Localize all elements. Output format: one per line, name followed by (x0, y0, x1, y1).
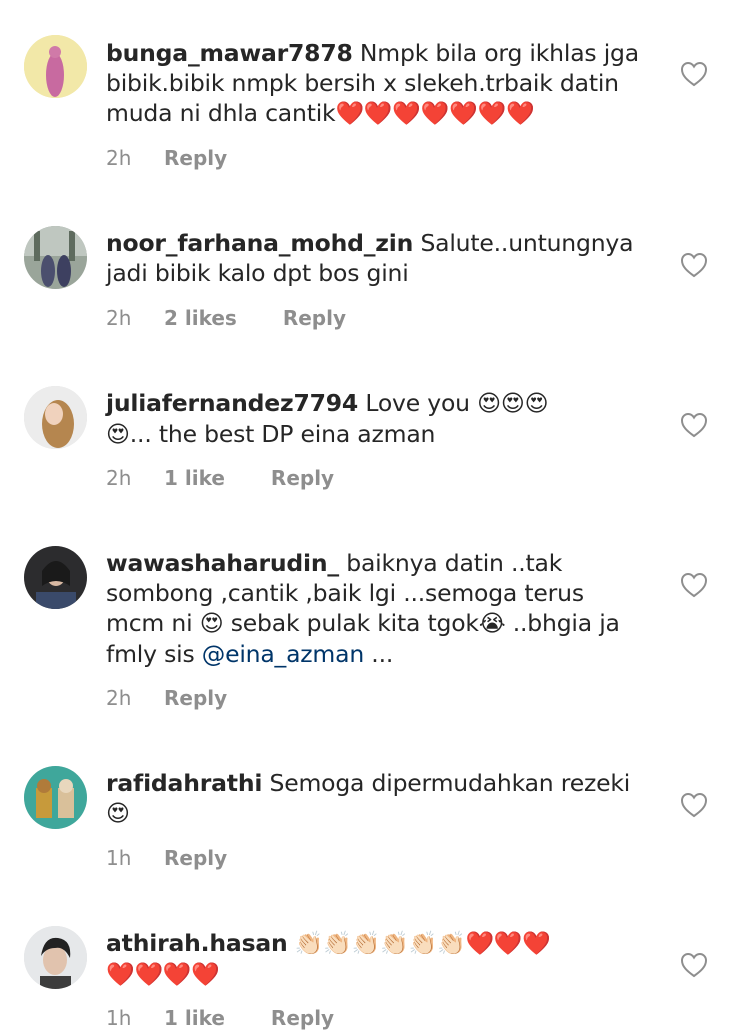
comment-time: 1h (106, 1006, 132, 1030)
avatar[interactable] (24, 35, 87, 98)
comment-time: 2h (106, 146, 132, 170)
comment-body: sebak pulak kita tgok (223, 609, 479, 637)
heart-outline-icon[interactable] (680, 252, 708, 278)
avatar-image (24, 386, 87, 449)
heart-outline-icon[interactable] (680, 412, 708, 438)
comment-emojis: ❤️❤️❤️❤️❤️❤️❤️ (335, 101, 535, 127)
reply-button[interactable]: Reply (271, 1005, 334, 1031)
comment-emojis: 👏🏻👏🏻👏🏻👏🏻👏🏻👏🏻❤️❤️❤️ (294, 931, 551, 957)
comment-meta: 2h Reply (106, 145, 227, 171)
comment-meta: 2h 1 like Reply (106, 465, 334, 491)
avatar[interactable] (24, 546, 87, 609)
comment-meta: 2h Reply (106, 685, 227, 711)
comment-text: bunga_mawar7878 Nmpk bila org ikhlas jga… (106, 38, 646, 129)
comment-emoji: 😭 (478, 611, 506, 637)
comment-text: wawashaharudin_ baiknya datin ..tak somb… (106, 548, 646, 669)
reply-button[interactable]: Reply (164, 685, 227, 711)
reply-button[interactable]: Reply (283, 305, 346, 331)
avatar[interactable] (24, 766, 87, 829)
comment-time: 2h (106, 466, 132, 490)
comment-username[interactable]: noor_farhana_mohd_zin (106, 229, 413, 257)
comment-time: 2h (106, 306, 132, 330)
comment-username[interactable]: bunga_mawar7878 (106, 39, 353, 67)
heart-outline-icon[interactable] (680, 61, 708, 87)
comment-text: noor_farhana_mohd_zin Salute..untungnya … (106, 228, 646, 288)
reply-button[interactable]: Reply (164, 145, 227, 171)
comment-meta: 2h 2 likes Reply (106, 305, 346, 331)
comment-body: ... (364, 640, 394, 668)
comment-likes[interactable]: 2 likes (164, 305, 237, 331)
avatar[interactable] (24, 386, 87, 449)
avatar-image (24, 766, 87, 829)
heart-outline-icon[interactable] (680, 572, 708, 598)
comment-meta: 1h 1 like Reply (106, 1005, 334, 1031)
comment-text: juliafernandez7794 Love you 😍😍😍 😍... the… (106, 388, 646, 450)
comment-username[interactable]: wawashaharudin_ (106, 549, 339, 577)
comment-emoji: 😍 (199, 611, 224, 637)
reply-button[interactable]: Reply (164, 845, 227, 871)
avatar[interactable] (24, 226, 87, 289)
avatar-image (24, 35, 87, 98)
comment-time: 1h (106, 846, 132, 870)
comment-text: athirah.hasan 👏🏻👏🏻👏🏻👏🏻👏🏻👏🏻❤️❤️❤️ ❤️❤️❤️❤… (106, 928, 646, 990)
comment-time: 2h (106, 686, 132, 710)
avatar-image (24, 926, 87, 989)
comment-emoji: 😍 (106, 422, 130, 448)
avatar-image (24, 546, 87, 609)
comment-mention[interactable]: @eina_azman (202, 640, 364, 668)
comment-body: Semoga dipermudahkan rezeki (269, 769, 631, 797)
comment-username[interactable]: juliafernandez7794 (106, 389, 358, 417)
comment-username[interactable]: athirah.hasan (106, 929, 288, 957)
heart-outline-icon[interactable] (680, 792, 708, 818)
comment-likes[interactable]: 1 like (164, 1005, 225, 1031)
comment-likes[interactable]: 1 like (164, 465, 225, 491)
comment-body: Love you (365, 389, 470, 417)
heart-outline-icon[interactable] (680, 952, 708, 978)
comment-emoji: 😍 (106, 801, 130, 827)
reply-button[interactable]: Reply (271, 465, 334, 491)
comment-emojis: ❤️❤️❤️❤️ (106, 962, 220, 988)
comment-body: ... the best DP eina azman (129, 420, 436, 448)
comment-meta: 1h Reply (106, 845, 227, 871)
avatar[interactable] (24, 926, 87, 989)
comment-emojis: 😍😍😍 (477, 391, 549, 417)
avatar-image (24, 226, 87, 289)
comment-text: rafidahrathi Semoga dipermudahkan rezeki… (106, 768, 646, 829)
comment-username[interactable]: rafidahrathi (106, 769, 262, 797)
